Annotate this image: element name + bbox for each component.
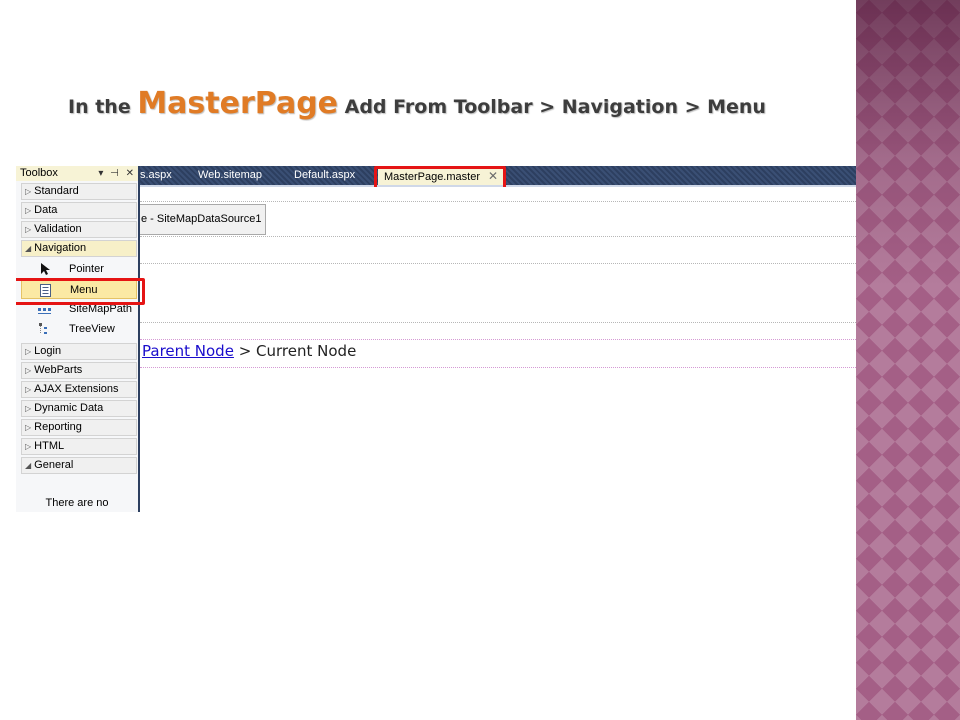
collapse-arrow-icon: ◢: [25, 461, 32, 470]
divider: [140, 367, 856, 368]
category-label: Navigation: [34, 242, 87, 254]
toolbox-category-dynamic-data[interactable]: ▷ Dynamic Data: [21, 400, 137, 417]
toolbox-panel: Toolbox ▾ ⊣ ✕ ▷ Standard ▷ Data ▷ Validatio…: [16, 166, 140, 512]
expand-arrow-icon: ▷: [25, 206, 32, 215]
toolbox-category-data[interactable]: ▷ Data: [21, 202, 137, 219]
treeview-icon: [39, 323, 47, 334]
expand-arrow-icon: ▷: [25, 225, 32, 234]
title-prefix: In the: [68, 96, 138, 118]
menu-item-highlight: [16, 278, 145, 305]
expand-arrow-icon: ▷: [25, 347, 32, 356]
decorative-side-strip: [856, 0, 960, 720]
category-label: WebParts: [34, 364, 83, 376]
expand-arrow-icon: ▷: [25, 366, 32, 375]
visual-studio-screenshot: s.aspx Web.sitemap Default.aspx MasterPa…: [16, 166, 856, 512]
tab-default-aspx-partial[interactable]: s.aspx: [140, 166, 172, 185]
divider: [140, 263, 856, 264]
category-label: General: [34, 459, 74, 471]
category-label: Data: [34, 204, 58, 216]
toolbox-category-general[interactable]: ◢ General: [21, 457, 137, 474]
divider: [140, 339, 856, 340]
toolbox-category-validation[interactable]: ▷ Validation: [21, 221, 137, 238]
divider: [140, 201, 856, 202]
toolbox-category-standard[interactable]: ▷ Standard: [21, 183, 137, 200]
toolbox-item-treeview[interactable]: TreeView: [21, 320, 137, 339]
title-suffix: Add From Toolbar > Navigation > Menu: [338, 96, 766, 118]
category-label: Reporting: [34, 421, 82, 433]
toolbox-title: Toolbox: [20, 167, 58, 179]
sitemappath-breadcrumb[interactable]: Parent Node > Current Node: [142, 342, 356, 360]
tab-default-aspx[interactable]: Default.aspx: [294, 166, 355, 185]
category-label: Dynamic Data: [34, 402, 104, 414]
tab-web-sitemap[interactable]: Web.sitemap: [198, 166, 262, 185]
toolbox-category-reporting[interactable]: ▷ Reporting: [21, 419, 137, 436]
item-label: TreeView: [69, 323, 115, 335]
collapse-arrow-icon: ◢: [25, 244, 32, 253]
slide-title: In the MasterPage Add From Toolbar > Nav…: [68, 86, 766, 130]
expand-arrow-icon: ▷: [25, 442, 32, 451]
category-label: Standard: [34, 185, 79, 197]
item-label: Pointer: [69, 263, 104, 275]
design-surface[interactable]: e - SiteMapDataSource1 Parent Node > Cur…: [140, 187, 856, 512]
breadcrumb-current: Current Node: [256, 342, 357, 360]
breadcrumb-separator: >: [233, 342, 257, 360]
toolbox-category-ajax-extensions[interactable]: ▷ AJAX Extensions: [21, 381, 137, 398]
title-emphasis: MasterPage: [137, 86, 339, 121]
pointer-icon: [41, 263, 50, 275]
sitemapdatasource-control[interactable]: e - SiteMapDataSource1: [140, 204, 266, 235]
breadcrumb-parent-link[interactable]: Parent Node: [142, 342, 234, 360]
toolbox-category-navigation[interactable]: ◢ Navigation: [21, 240, 137, 257]
category-label: AJAX Extensions: [34, 383, 119, 395]
divider: [140, 236, 856, 237]
expand-arrow-icon: ▷: [25, 423, 32, 432]
toolbox-empty-message: There are no: [45, 497, 109, 509]
toolbox-header: Toolbox ▾ ⊣ ✕: [16, 166, 138, 181]
toolbox-item-pointer[interactable]: Pointer: [21, 260, 137, 279]
toolbox-category-webparts[interactable]: ▷ WebParts: [21, 362, 137, 379]
category-label: Login: [34, 345, 62, 357]
toolbox-window-controls[interactable]: ▾ ⊣ ✕: [98, 166, 136, 181]
expand-arrow-icon: ▷: [25, 385, 32, 394]
toolbox-category-html[interactable]: ▷ HTML: [21, 438, 137, 455]
category-label: Validation: [34, 223, 82, 235]
expand-arrow-icon: ▷: [25, 404, 32, 413]
divider: [140, 322, 856, 323]
expand-arrow-icon: ▷: [25, 187, 32, 196]
toolbox-category-login[interactable]: ▷ Login: [21, 343, 137, 360]
category-label: HTML: [34, 440, 65, 452]
